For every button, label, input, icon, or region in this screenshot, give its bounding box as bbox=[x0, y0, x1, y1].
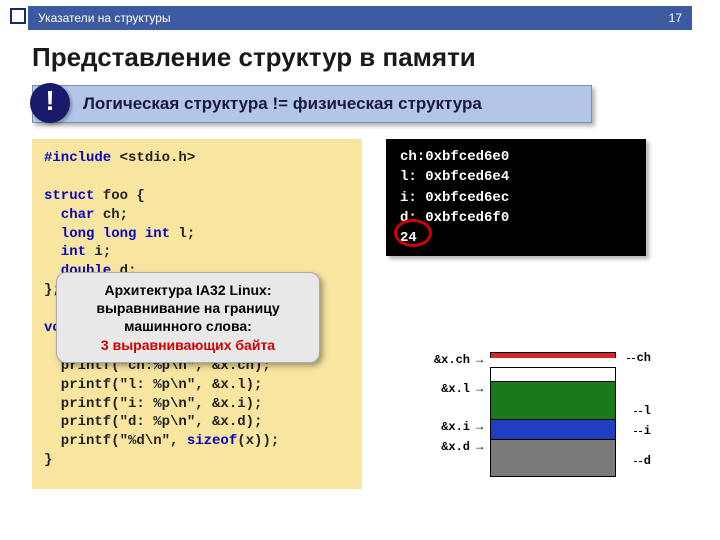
annotation-popup: Архитектура IA32 Linux: выравнивание на … bbox=[56, 272, 320, 363]
popup-line: машинного слова: bbox=[67, 317, 309, 335]
alert-callout: ! Логическая структура != физическая стр… bbox=[32, 85, 692, 123]
field-name-l: l bbox=[644, 404, 651, 418]
term-line: i: 0xbfced6ec bbox=[400, 188, 632, 208]
alert-icon: ! bbox=[30, 83, 70, 123]
arrow-icon: → bbox=[476, 352, 490, 367]
addr-label-i: &x.i bbox=[426, 419, 476, 433]
alert-text: Логическая структура != физическая струк… bbox=[32, 85, 592, 123]
term-line: 24 bbox=[400, 228, 632, 248]
term-line: d: 0xbfced6f0 bbox=[400, 208, 632, 228]
addr-label-l: &x.l bbox=[426, 381, 476, 395]
padding-block bbox=[490, 367, 616, 381]
field-name-d: d bbox=[644, 454, 651, 468]
popup-highlight: 3 выравнивающих байта bbox=[67, 336, 309, 354]
page-title: Представление структур в памяти bbox=[32, 42, 692, 73]
arrow-icon: → bbox=[476, 419, 490, 434]
page-number: 17 bbox=[669, 6, 682, 30]
term-line: ch:0xbfced6e0 bbox=[400, 147, 632, 167]
header-bullet-icon bbox=[10, 8, 26, 24]
popup-line: Архитектура IA32 Linux: bbox=[67, 281, 309, 299]
addr-label-d: &x.d bbox=[426, 439, 476, 453]
field-name-ch: ch bbox=[637, 351, 651, 365]
terminal-output: ch:0xbfced6e0 l: 0xbfced6e4 i: 0xbfced6e… bbox=[386, 139, 646, 256]
arrow-icon: → bbox=[476, 439, 490, 454]
term-line: l: 0xbfced6e4 bbox=[400, 167, 632, 187]
field-name-i: i bbox=[644, 424, 651, 438]
popup-line: выравнивание на границу bbox=[67, 299, 309, 317]
memory-diagram: &x.ch → ch &x.l → l &x.i → i bbox=[426, 352, 616, 477]
header-bar: Указатели на структуры 17 bbox=[28, 6, 692, 30]
breadcrumb: Указатели на структуры bbox=[38, 11, 171, 25]
arrow-icon: → bbox=[476, 381, 490, 396]
addr-label-ch: &x.ch bbox=[426, 352, 476, 366]
